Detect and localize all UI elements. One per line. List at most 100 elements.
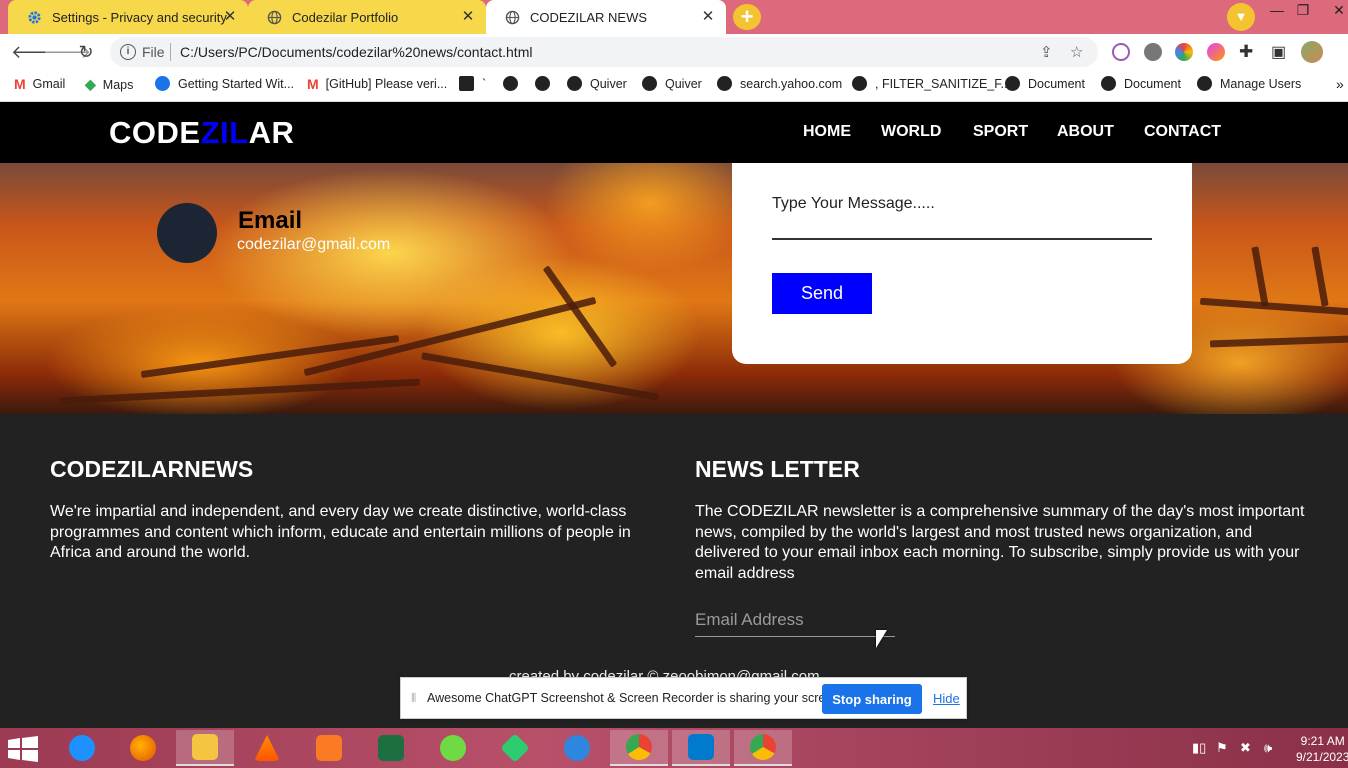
network-icon[interactable]: ▮▯ xyxy=(1192,740,1206,756)
nav-contact[interactable]: CONTACT xyxy=(1144,123,1221,141)
profile-avatar[interactable] xyxy=(1301,41,1323,63)
footer-about-title: CODEZILARNEWS xyxy=(50,456,254,482)
site-header: CODEZILAR HOME WORLD SPORT ABOUT CONTACT xyxy=(0,102,1348,163)
nav-about[interactable]: ABOUT xyxy=(1057,123,1114,141)
close-tab-icon[interactable]: ✕ xyxy=(460,9,476,25)
gmail-icon: M xyxy=(14,76,26,92)
screen-share-bar: ⦀ Awesome ChatGPT Screenshot & Screen Re… xyxy=(400,677,967,719)
new-tab-button[interactable]: + xyxy=(733,4,761,30)
bookmark-backtick[interactable]: ` xyxy=(459,76,486,91)
email-value[interactable]: codezilar@gmail.com xyxy=(237,236,390,254)
address-bar[interactable]: i File C:/Users/PC/Documents/codezilar%2… xyxy=(110,37,1098,67)
hide-link[interactable]: Hide xyxy=(933,691,960,706)
tab-search-icon[interactable]: ▼ xyxy=(1227,3,1255,31)
close-tab-icon[interactable]: ✕ xyxy=(222,9,238,25)
app-icon[interactable] xyxy=(486,730,544,766)
message-input[interactable] xyxy=(772,190,1152,240)
bookmark-globe-1[interactable] xyxy=(503,76,526,91)
wifi-disconnected-icon[interactable]: ✖ xyxy=(1240,740,1251,756)
footer-about-text: We're impartial and independent, and eve… xyxy=(50,503,631,562)
info-icon[interactable]: i xyxy=(120,44,136,60)
globe-icon xyxy=(535,76,550,91)
bookmark-document-2[interactable]: Document xyxy=(1101,76,1181,91)
bookmark-quiver-1[interactable]: Quiver xyxy=(567,76,627,91)
bookmark-getting-started[interactable]: Getting Started Wit... xyxy=(155,76,294,91)
bookmark-manage-users[interactable]: Manage Users xyxy=(1197,76,1301,91)
vlc-icon[interactable] xyxy=(238,730,296,766)
extension-color-icon[interactable] xyxy=(1175,43,1193,61)
flag-icon[interactable]: ⚑ xyxy=(1216,740,1228,756)
newsletter-email-input[interactable] xyxy=(695,603,895,637)
xampp-icon[interactable] xyxy=(300,730,358,766)
side-panel-icon[interactable]: ▣ xyxy=(1271,42,1286,62)
close-window-icon[interactable]: ✕ xyxy=(1322,2,1348,19)
newsletter-title: NEWS LETTER xyxy=(695,456,860,482)
forward-icon[interactable]: 🡒 xyxy=(43,42,91,62)
extension-ghost-icon[interactable] xyxy=(1144,43,1162,61)
bookmark-quiver-2[interactable]: Quiver xyxy=(642,76,702,91)
bookmark-github[interactable]: M [GitHub] Please veri... xyxy=(307,76,447,92)
volume-icon[interactable]: 🕪 xyxy=(1264,740,1272,756)
extensions-puzzle-icon[interactable]: ✚ xyxy=(1239,42,1253,62)
gear-icon xyxy=(26,9,42,25)
nav-home[interactable]: HOME xyxy=(803,123,851,141)
clock-time: 9:21 AM xyxy=(1300,734,1345,748)
bookmark-yahoo[interactable]: search.yahoo.com xyxy=(717,76,842,91)
tab-strip: Settings - Privacy and security ✕ Codezi… xyxy=(0,0,1348,34)
nav-world[interactable]: WORLD xyxy=(881,123,941,141)
tab-settings[interactable]: Settings - Privacy and security ✕ xyxy=(8,0,248,34)
restore-icon[interactable]: ❐ xyxy=(1286,2,1320,19)
globe-icon xyxy=(504,9,520,25)
windows-start-icon[interactable] xyxy=(8,736,38,762)
logo-part: AR xyxy=(248,115,295,150)
close-tab-icon[interactable]: ✕ xyxy=(700,9,716,25)
tab-title: Codezilar Portfolio xyxy=(292,9,399,25)
chrome-icon[interactable] xyxy=(610,730,668,766)
site-logo[interactable]: CODEZILAR xyxy=(109,115,294,151)
bookmark-label: Gmail xyxy=(32,77,66,91)
bookmark-document-1[interactable]: Document xyxy=(1005,76,1085,91)
tab-codezilar-news[interactable]: CODEZILAR NEWS ✕ xyxy=(486,0,726,34)
chrome-profile-icon[interactable] xyxy=(734,730,792,766)
bookmark-star-icon[interactable]: ☆ xyxy=(1070,43,1083,61)
nav-sport[interactable]: SPORT xyxy=(973,123,1028,141)
bookmark-gmail[interactable]: M Gmail xyxy=(14,76,65,92)
url-scheme: File xyxy=(142,44,165,60)
share-notice: Awesome ChatGPT Screenshot & Screen Reco… xyxy=(427,691,843,705)
extension-flower-icon[interactable] xyxy=(1207,43,1225,61)
bookmark-icon xyxy=(459,76,474,91)
email-icon-circle xyxy=(157,203,217,263)
globe-icon xyxy=(717,76,732,91)
internet-explorer-icon[interactable] xyxy=(53,730,111,766)
bookmark-maps[interactable]: ◆ Maps xyxy=(85,76,133,93)
bookmarks-more-button[interactable]: » xyxy=(1336,76,1344,92)
system-clock[interactable]: 9:21 AM 9/21/2023 xyxy=(1296,733,1348,765)
bookmark-globe-2[interactable] xyxy=(535,76,558,91)
globe-icon xyxy=(266,9,282,25)
bookmark-label: ` xyxy=(482,76,487,91)
bookmark-filter-sanitize[interactable]: , FILTER_SANITIZE_F... xyxy=(852,76,1011,91)
contact-hero: Email codezilar@gmail.com Send xyxy=(0,163,1348,414)
tab-portfolio[interactable]: Codezilar Portfolio ✕ xyxy=(248,0,486,34)
bookmark-label: , FILTER_SANITIZE_F... xyxy=(875,76,1011,91)
back-icon[interactable]: 🡐 xyxy=(11,42,59,62)
firefox-icon[interactable] xyxy=(114,730,172,766)
send-button[interactable]: Send xyxy=(772,273,872,314)
stop-sharing-button[interactable]: Stop sharing xyxy=(822,684,922,714)
newsletter-text: The CODEZILAR newsletter is a comprehens… xyxy=(695,503,1305,583)
share-icon[interactable]: ⇪ xyxy=(1040,43,1053,61)
extension-broadcast-icon[interactable] xyxy=(1112,43,1130,61)
gmail-icon: M xyxy=(307,76,319,92)
clock-date: 9/21/2023 xyxy=(1296,750,1348,764)
drag-handle-icon[interactable]: ⦀ xyxy=(411,691,416,706)
maps-icon: ◆ xyxy=(85,76,96,92)
vscode-icon[interactable] xyxy=(672,730,730,766)
url-text[interactable]: C:/Users/PC/Documents/codezilar%20news/c… xyxy=(180,44,532,60)
file-explorer-icon[interactable] xyxy=(176,730,234,766)
reload-icon[interactable]: ↻ xyxy=(75,42,97,62)
globe-icon xyxy=(1005,76,1020,91)
tab-title: CODEZILAR NEWS xyxy=(530,9,648,25)
upwork-icon[interactable] xyxy=(424,730,482,766)
sage-icon[interactable] xyxy=(548,730,606,766)
excel-icon[interactable] xyxy=(362,730,420,766)
